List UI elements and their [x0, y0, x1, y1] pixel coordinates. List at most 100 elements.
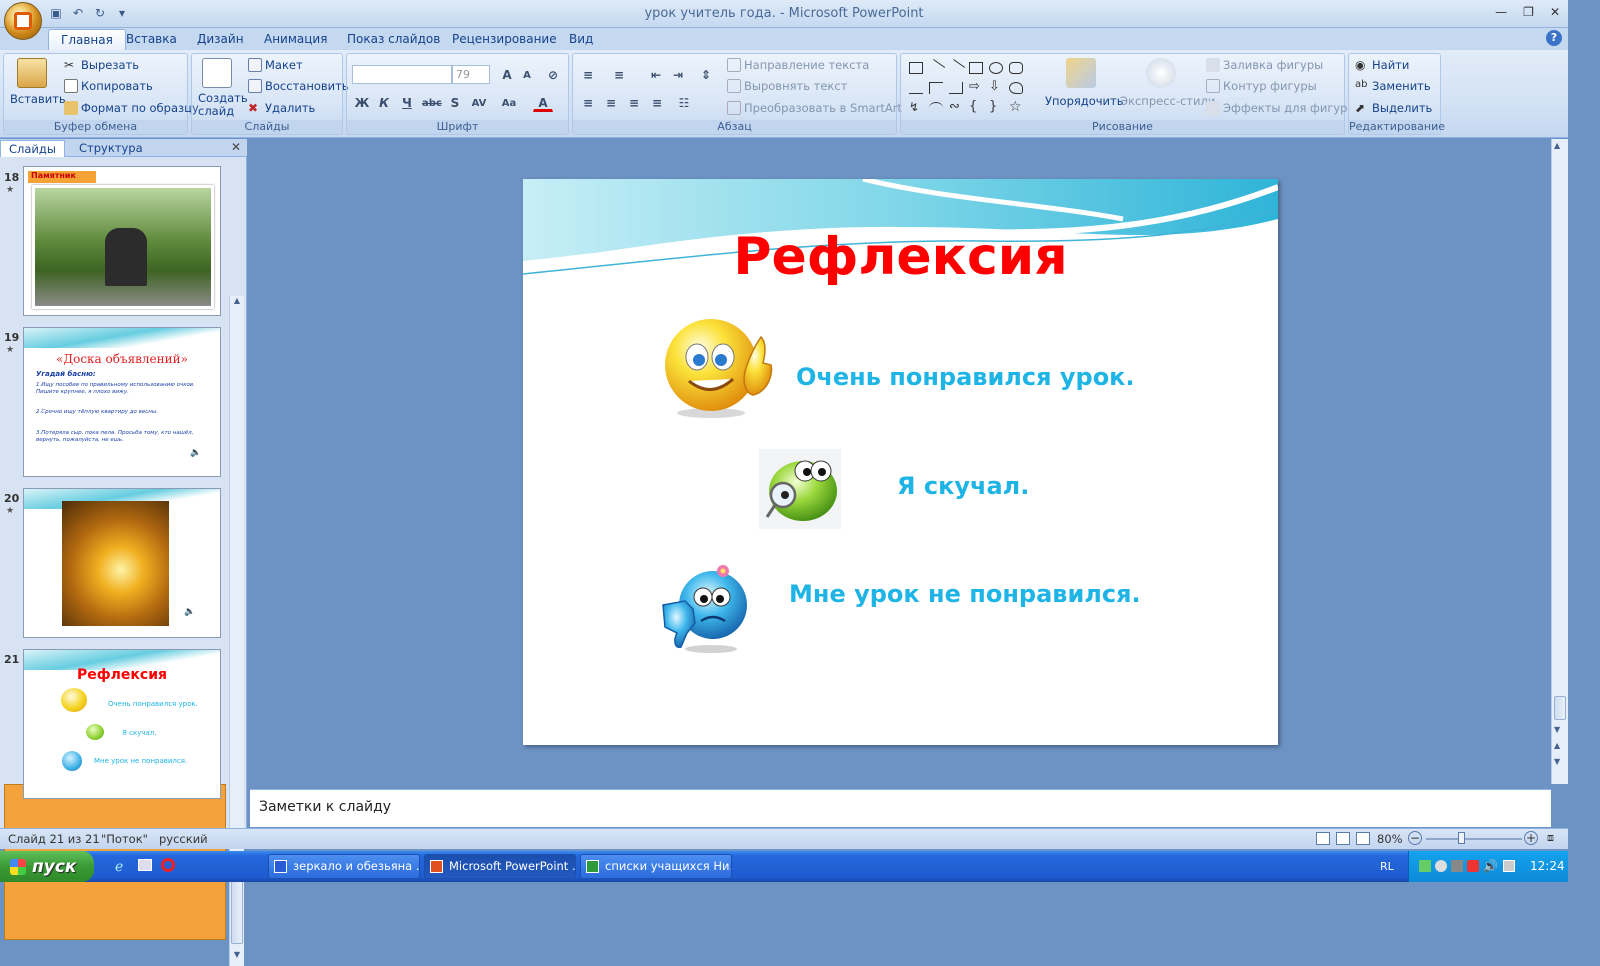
quick-styles-button[interactable]: Экспресс-стили: [1120, 94, 1215, 108]
show-desktop-icon[interactable]: [138, 859, 152, 871]
callout-shape-icon[interactable]: [1009, 82, 1023, 94]
zoom-level[interactable]: 80%: [1377, 832, 1403, 846]
decrease-indent-icon[interactable]: ⇤: [646, 65, 666, 84]
slide-title[interactable]: Рефлексия: [523, 227, 1278, 287]
align-right-icon[interactable]: ≡: [624, 93, 644, 112]
restore-icon[interactable]: ❐: [1523, 5, 1534, 19]
zoom-slider-thumb[interactable]: [1458, 832, 1465, 844]
replace-button[interactable]: ab Заменить: [1355, 79, 1431, 93]
slide-canvas[interactable]: Рефлексия Очень понравился урок. Я скуча…: [523, 179, 1278, 745]
paste-button[interactable]: Вставить: [10, 92, 66, 106]
numbering-icon[interactable]: ≡: [609, 65, 629, 84]
right-arrow-shape-icon[interactable]: ⇨: [969, 80, 983, 94]
tab-animation[interactable]: Анимация: [252, 29, 339, 50]
find-button[interactable]: ◉ Найти: [1355, 58, 1409, 72]
slideshow-view-icon[interactable]: [1356, 832, 1370, 845]
slide-thumbnail-18[interactable]: Памятник: [23, 166, 221, 316]
slide-thumbnail-19[interactable]: «Доска объявлений» Угадай басню: 1.Ищу п…: [23, 327, 221, 477]
notes-placeholder[interactable]: Заметки к слайду: [259, 799, 391, 815]
font-name-combo[interactable]: [352, 65, 452, 84]
underline-icon[interactable]: Ч: [397, 93, 417, 112]
curve-shape-icon[interactable]: ∾: [949, 100, 963, 114]
font-size-combo[interactable]: 79: [452, 65, 490, 84]
reflection-option-3[interactable]: Мне урок не понравился.: [789, 580, 1141, 608]
tab-slideshow[interactable]: Показ слайдов: [335, 29, 452, 50]
slide-scrollbar[interactable]: ▲ ▼ ▲ ▼: [1551, 139, 1568, 784]
font-color-icon[interactable]: A: [533, 93, 553, 112]
tab-review[interactable]: Рецензирование: [440, 29, 569, 50]
tab-slides[interactable]: Слайды: [0, 140, 65, 157]
network-icon[interactable]: [1419, 860, 1431, 872]
next-slide-icon[interactable]: ▼: [1554, 757, 1560, 766]
zoom-slider-track[interactable]: [1426, 838, 1522, 840]
elbow-shape-icon[interactable]: [949, 82, 963, 94]
arrange-button[interactable]: Упорядочить: [1045, 94, 1124, 108]
clear-format-icon[interactable]: ⊘: [543, 65, 563, 84]
shadow-icon[interactable]: S: [445, 93, 465, 112]
star-shape-icon[interactable]: ☆: [1009, 100, 1023, 114]
normal-view-icon[interactable]: [1316, 832, 1330, 845]
slide-thumbnail-21[interactable]: Рефлексия Очень понравился урок. Я скуча…: [23, 649, 221, 799]
format-painter-button[interactable]: Формат по образцу: [64, 101, 199, 115]
align-text-button[interactable]: Выровнять текст: [727, 79, 847, 93]
textbox-shape-icon[interactable]: [909, 62, 923, 74]
spacing-icon[interactable]: AV: [469, 93, 489, 112]
rounded-rect-shape-icon[interactable]: [1009, 62, 1023, 74]
tray-app-icon[interactable]: [1435, 860, 1447, 872]
increase-indent-icon[interactable]: ⇥: [668, 65, 688, 84]
volume-icon[interactable]: 🔊: [1483, 859, 1498, 873]
zoom-in-icon[interactable]: +: [1524, 831, 1538, 845]
scroll-down-icon[interactable]: ▼: [231, 950, 243, 964]
select-button[interactable]: ⬈ Выделить: [1355, 101, 1432, 115]
clock[interactable]: 12:24: [1530, 859, 1565, 873]
justify-icon[interactable]: ≡: [647, 93, 667, 112]
close-icon[interactable]: ✕: [231, 140, 241, 154]
bullets-icon[interactable]: ≡: [578, 65, 598, 84]
connector-shape-icon[interactable]: [929, 82, 943, 94]
oval-shape-icon[interactable]: [989, 62, 1003, 74]
start-button[interactable]: пуск: [0, 851, 94, 882]
copy-button[interactable]: Копировать: [64, 79, 153, 93]
notes-pane[interactable]: Заметки к слайду: [250, 789, 1551, 827]
line-spacing-icon[interactable]: ⇕: [696, 65, 716, 84]
layout-button[interactable]: Макет: [248, 58, 303, 72]
office-button[interactable]: [4, 2, 42, 40]
scroll-up-icon[interactable]: ▲: [1554, 141, 1560, 150]
taskbar-item-excel[interactable]: списки учащихся Ни...: [580, 854, 732, 879]
bold-icon[interactable]: Ж: [352, 93, 372, 112]
strikethrough-icon[interactable]: abc: [421, 93, 442, 112]
close-icon[interactable]: ✕: [1550, 5, 1560, 19]
help-icon[interactable]: ?: [1546, 30, 1562, 46]
change-case-icon[interactable]: Aa: [499, 93, 519, 112]
cut-button[interactable]: ✂ Вырезать: [64, 58, 139, 72]
down-arrow-shape-icon[interactable]: ⇩: [989, 80, 1003, 94]
antivirus-icon[interactable]: [1467, 860, 1479, 872]
shape-effects-button[interactable]: Эффекты для фигур: [1206, 101, 1347, 115]
reset-button[interactable]: Восстановить: [248, 79, 349, 93]
smartart-button[interactable]: Преобразовать в SmartArt: [727, 101, 902, 115]
line-shape-icon[interactable]: [926, 59, 946, 77]
arrow-shape-icon[interactable]: [946, 59, 966, 77]
reflection-option-1[interactable]: Очень понравился урок.: [796, 363, 1135, 391]
rectangle-shape-icon[interactable]: [969, 62, 983, 74]
tab-outline[interactable]: Структура: [71, 140, 151, 157]
arc-shape-icon[interactable]: [929, 102, 943, 114]
opera-icon[interactable]: [161, 858, 175, 872]
scroll-up-icon[interactable]: ▲: [231, 296, 243, 310]
grow-font-icon[interactable]: A: [497, 65, 517, 84]
slide-sorter-icon[interactable]: [1336, 832, 1350, 845]
freeform-shape-icon[interactable]: ↯: [909, 101, 923, 114]
text-direction-button[interactable]: Направление текста: [727, 58, 869, 72]
taskbar-item-powerpoint[interactable]: Microsoft PowerPoint ...: [424, 854, 576, 879]
shape-fill-button[interactable]: Заливка фигуры: [1206, 58, 1323, 72]
ie-icon[interactable]: ℯ: [115, 859, 123, 875]
previous-slide-icon[interactable]: ▲: [1554, 741, 1560, 750]
delete-button[interactable]: ✖ Удалить: [248, 101, 315, 115]
tab-design[interactable]: Дизайн: [185, 29, 256, 50]
new-slide-button[interactable]: Создать слайд: [198, 92, 248, 118]
scroll-down-icon[interactable]: ▼: [1554, 725, 1560, 734]
fit-to-window-icon[interactable]: ⧈: [1547, 831, 1561, 845]
triangle-shape-icon[interactable]: [909, 82, 923, 94]
minimize-icon[interactable]: —: [1495, 5, 1507, 19]
columns-icon[interactable]: ☷: [674, 93, 694, 112]
